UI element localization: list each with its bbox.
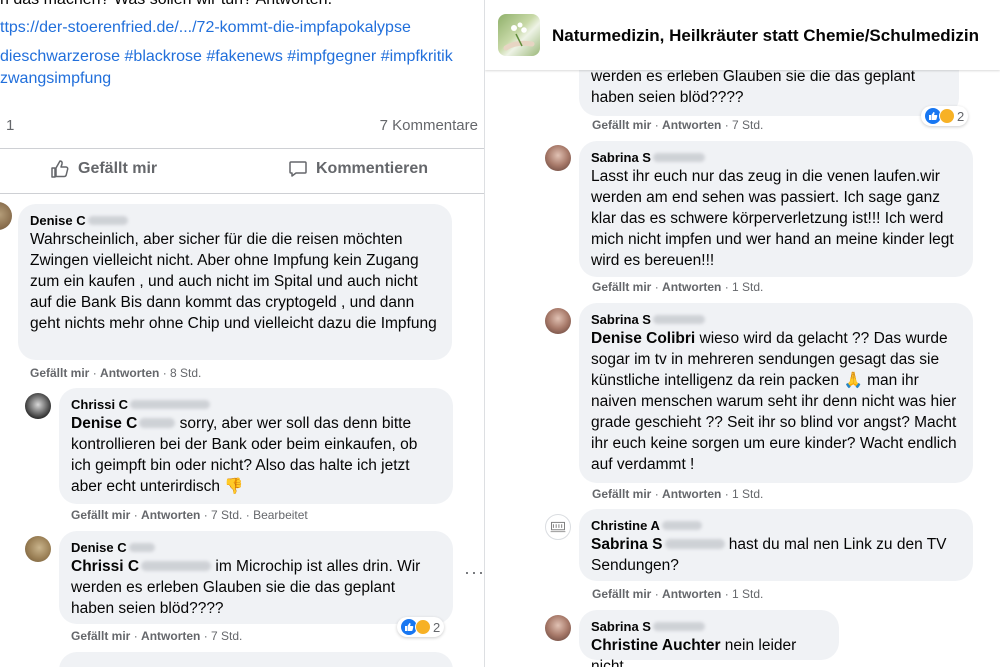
comment-timestamp[interactable]: 1 Std. bbox=[732, 487, 763, 501]
comment-reply-link[interactable]: Antworten bbox=[662, 118, 721, 132]
comment-button[interactable]: Kommentieren bbox=[288, 159, 428, 179]
mention-link[interactable]: Denise C bbox=[71, 415, 137, 432]
comment-text: Denise Colibri wieso wird da gelacht ?? … bbox=[591, 330, 957, 473]
mention-link[interactable]: Sabrina S bbox=[591, 536, 663, 553]
avatar[interactable] bbox=[545, 514, 571, 540]
comment-bubble: Sabrina S Christine Auchter nein leider … bbox=[579, 610, 839, 667]
comment-timestamp[interactable]: 7 Std. bbox=[211, 508, 242, 522]
logo-avatar-icon bbox=[550, 521, 566, 533]
comment-reply-link[interactable]: Antworten bbox=[662, 280, 721, 294]
comment-like-link[interactable]: Gefällt mir bbox=[71, 508, 130, 522]
left-post-panel: n das machen? Was sollen wir tun? Antwor… bbox=[0, 0, 485, 667]
comment-timestamp[interactable]: 1 Std. bbox=[732, 280, 763, 294]
comment-bubble: Christine A Sabrina S hast du mal nen Li… bbox=[579, 509, 973, 581]
comment-author[interactable]: Chrissi C bbox=[71, 396, 441, 413]
group-thumbnail[interactable] bbox=[498, 14, 540, 56]
comment-bubble: Denise C Chrissi C im Microchip ist alle… bbox=[59, 531, 453, 624]
like-button[interactable]: Gefällt mir bbox=[50, 159, 157, 179]
comment-reply-link[interactable]: Antworten bbox=[662, 587, 721, 601]
avatar[interactable] bbox=[545, 308, 571, 334]
reaction-count: 2 bbox=[957, 108, 965, 124]
comment-reply-link[interactable]: Antworten bbox=[141, 629, 200, 643]
comment-timestamp[interactable]: 8 Std. bbox=[170, 366, 201, 380]
hashtag-link[interactable]: #impfgegner bbox=[287, 48, 376, 65]
comment-meta: Gefällt mir · Antworten · 7 Std. bbox=[592, 118, 764, 132]
comment-reply-link[interactable]: Antworten bbox=[100, 366, 159, 380]
comment-reactions[interactable]: 2 bbox=[921, 106, 969, 126]
mention-link[interactable]: Denise Colibri bbox=[591, 330, 695, 347]
comment-author[interactable]: Christine A bbox=[591, 517, 961, 534]
herb-flower-icon bbox=[503, 22, 535, 51]
comment-text: Sabrina S hast du mal nen Link zu den TV… bbox=[591, 536, 947, 574]
reaction-count[interactable]: 1 bbox=[6, 117, 14, 134]
comment-timestamp[interactable]: 1 Std. bbox=[732, 587, 763, 601]
like-button-label: Gefällt mir bbox=[78, 160, 158, 177]
comment-text: Chrissi C im Microchip ist alles drin. W… bbox=[71, 558, 421, 617]
haha-reaction-icon bbox=[939, 108, 955, 124]
comment-timestamp[interactable]: 7 Std. bbox=[732, 118, 763, 132]
avatar[interactable] bbox=[25, 536, 51, 562]
comment-meta: Gefällt mir · Antworten · 8 Std. bbox=[30, 366, 202, 380]
group-title[interactable]: Naturmedizin, Heilkräuter statt Chemie/S… bbox=[552, 26, 979, 46]
post-actions-bar: Gefällt mir Kommentieren bbox=[0, 148, 484, 194]
comment-like-link[interactable]: Gefällt mir bbox=[592, 280, 651, 294]
hashtag-link[interactable]: #impfkritik bbox=[381, 48, 453, 65]
comment-author[interactable]: Denise C bbox=[71, 539, 441, 556]
post-hashtags: dieschwarzerose #blackrose #fakenews #im… bbox=[0, 46, 480, 90]
comment-author[interactable]: Sabrina S bbox=[591, 149, 961, 166]
comment-like-link[interactable]: Gefällt mir bbox=[592, 487, 651, 501]
edited-label: Bearbeitet bbox=[253, 508, 308, 522]
mention-link[interactable]: Chrissi C bbox=[71, 558, 139, 575]
haha-reaction-icon bbox=[415, 619, 431, 635]
comment-button-label: Kommentieren bbox=[316, 160, 429, 177]
comment-bubble: Sabrina S Lasst ihr euch nur das zeug in… bbox=[579, 141, 973, 277]
hashtag-link[interactable]: zwangsimpfung bbox=[0, 70, 111, 87]
post-link[interactable]: ttps://der-stoerenfried.de/.../72-kommt-… bbox=[0, 17, 411, 39]
comment-icon bbox=[289, 161, 307, 177]
comment-meta: Gefällt mir · Antworten · 1 Std. bbox=[592, 487, 764, 501]
comments-count-link[interactable]: 7 Kommentare bbox=[380, 117, 478, 134]
comment-bubble: Denise C Wahrscheinlich, aber sicher für… bbox=[18, 204, 452, 360]
avatar[interactable] bbox=[0, 202, 12, 230]
comment-text: werden es erleben Glauben sie die das ge… bbox=[591, 68, 916, 106]
avatar[interactable] bbox=[545, 145, 571, 171]
post-text: n das machen? Was sollen wir tun? Antwor… bbox=[0, 0, 332, 11]
avatar[interactable] bbox=[25, 393, 51, 419]
comment-meta: Gefällt mir · Antworten · 7 Std. · Bearb… bbox=[71, 508, 308, 522]
more-options-icon[interactable]: ··· bbox=[464, 562, 484, 583]
comment-bubble bbox=[59, 652, 453, 667]
comment-bubble: Chrissi C Denise C sorry, aber wer soll … bbox=[59, 388, 453, 504]
hashtag-link[interactable]: dieschwarzerose bbox=[0, 48, 120, 65]
comment-meta: Gefällt mir · Antworten · 1 Std. bbox=[592, 280, 764, 294]
comment-text: Lasst ihr euch nur das zeug in die venen… bbox=[591, 168, 954, 269]
comment-like-link[interactable]: Gefällt mir bbox=[592, 587, 651, 601]
comment-like-link[interactable]: Gefällt mir bbox=[592, 118, 651, 132]
comment-text: Christine Auchter nein leider nicht bbox=[591, 637, 797, 667]
comment-author[interactable]: Sabrina S bbox=[591, 311, 961, 328]
hashtag-link[interactable]: #fakenews bbox=[206, 48, 283, 65]
comment-meta: Gefällt mir · Antworten · 1 Std. bbox=[592, 587, 764, 601]
comment-like-link[interactable]: Gefällt mir bbox=[71, 629, 130, 643]
comment-like-link[interactable]: Gefällt mir bbox=[30, 366, 89, 380]
comment-meta: Gefällt mir · Antworten · 7 Std. bbox=[71, 629, 243, 643]
comment-author[interactable]: Sabrina S bbox=[591, 618, 827, 635]
mention-link[interactable]: Christine Auchter bbox=[591, 637, 720, 654]
comment-author[interactable]: Denise C bbox=[30, 212, 440, 229]
comment-text: Denise C sorry, aber wer soll das denn b… bbox=[71, 415, 418, 495]
right-group-panel: Naturmedizin, Heilkräuter statt Chemie/S… bbox=[485, 0, 1000, 667]
comment-bubble: Sabrina S Denise Colibri wieso wird da g… bbox=[579, 303, 973, 483]
group-header: Naturmedizin, Heilkräuter statt Chemie/S… bbox=[485, 0, 1000, 70]
comment-reply-link[interactable]: Antworten bbox=[662, 487, 721, 501]
comment-reactions[interactable]: 2 bbox=[397, 617, 445, 637]
thumbs-up-icon bbox=[51, 160, 69, 178]
comment-text: Wahrscheinlich, aber sicher für die die … bbox=[30, 231, 437, 332]
hashtag-link[interactable]: #blackrose bbox=[125, 48, 202, 65]
comment-timestamp[interactable]: 7 Std. bbox=[211, 629, 242, 643]
reaction-count: 2 bbox=[433, 619, 441, 635]
avatar[interactable] bbox=[545, 615, 571, 641]
comment-reply-link[interactable]: Antworten bbox=[141, 508, 200, 522]
